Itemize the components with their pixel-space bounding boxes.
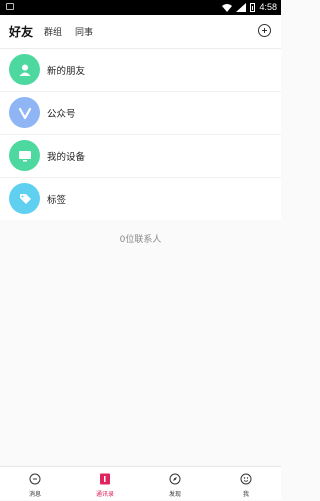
list-item-tags[interactable]: 标签 — [0, 178, 281, 219]
contact-count: 0位联系人 — [119, 235, 162, 245]
list-item-label: 新的朋友 — [47, 66, 86, 77]
list-item-new-friends[interactable]: 新的朋友 — [0, 49, 281, 90]
nav-label: 通讯录 — [95, 491, 114, 498]
status-time: 4:58 — [259, 2, 277, 12]
nav-contacts[interactable]: 通讯录 — [75, 467, 135, 501]
list-item-label: 标签 — [47, 195, 67, 206]
add-button[interactable] — [258, 24, 271, 37]
bottom-nav: 消息 通讯录 发现 我 — [0, 466, 281, 500]
v-icon — [9, 97, 40, 128]
battery-icon — [250, 2, 256, 12]
chat-icon — [29, 473, 41, 485]
header: 好友 群组 同事 — [0, 15, 281, 49]
list-item-label: 公众号 — [47, 109, 76, 120]
image-notification-icon — [6, 3, 14, 10]
person-icon — [9, 54, 40, 85]
contacts-menu-list: 新的朋友 公众号 我的设备 标签 — [0, 49, 281, 220]
status-bar: 4:58 — [0, 0, 281, 15]
nav-messages[interactable]: 消息 — [5, 467, 65, 501]
compass-icon — [169, 473, 181, 485]
wifi-icon — [222, 3, 233, 12]
signal-icon — [236, 2, 247, 12]
tab-friends[interactable]: 好友 — [9, 23, 33, 40]
tab-groups[interactable]: 群组 — [44, 25, 62, 38]
contacts-icon — [100, 473, 110, 485]
tag-icon — [9, 183, 40, 214]
status-right: 4:58 — [222, 1, 277, 13]
nav-label: 发现 — [168, 491, 181, 498]
profile-icon — [240, 473, 252, 485]
nav-label: 消息 — [28, 491, 41, 498]
monitor-icon — [9, 140, 40, 171]
nav-label: 我 — [242, 491, 249, 498]
nav-discover[interactable]: 发现 — [145, 467, 205, 501]
list-item-label: 我的设备 — [47, 152, 86, 163]
tab-colleagues[interactable]: 同事 — [75, 25, 93, 38]
list-item-my-devices[interactable]: 我的设备 — [0, 135, 281, 176]
list-item-official-accounts[interactable]: 公众号 — [0, 92, 281, 133]
nav-me[interactable]: 我 — [216, 467, 276, 501]
